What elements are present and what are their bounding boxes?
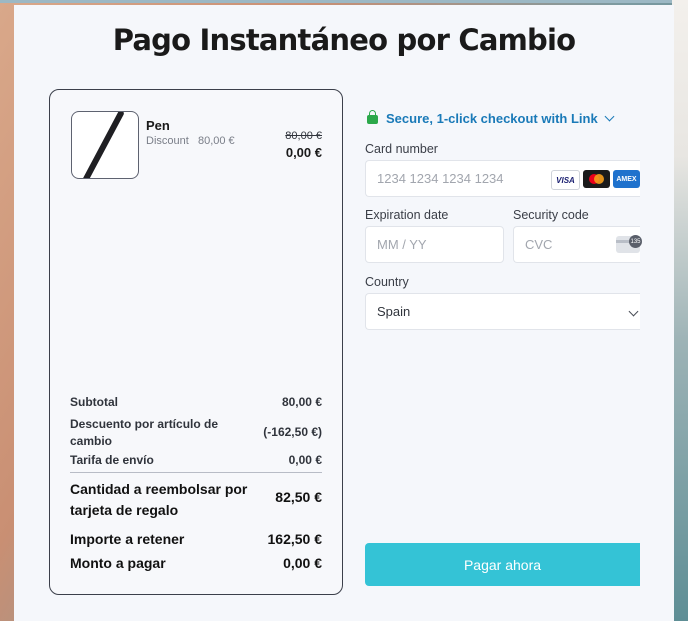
item-discount: Discount 80,00 €	[146, 135, 235, 147]
pen-image	[81, 112, 125, 178]
pay-now-button[interactable]: Pagar ahora	[365, 543, 640, 586]
visa-icon: VISA	[551, 170, 580, 190]
item-name: Pen	[146, 118, 170, 133]
row-label: Monto a pagar	[70, 555, 166, 571]
checkout-panel: Pago Instantáneo por Cambio Pen Discount…	[14, 5, 674, 621]
row-label: Descuento por artículo de cambio	[70, 417, 219, 448]
card-number-label: Card number	[365, 142, 438, 156]
card-brands: VISA AMEX	[551, 170, 640, 190]
mastercard-icon	[583, 170, 610, 188]
expiry-input[interactable]: MM / YY	[365, 226, 504, 263]
item-discount-value: 80,00 €	[197, 135, 235, 147]
cvc-badge: 135	[629, 235, 642, 248]
row-label: Cantidad a reembolsar por tarjeta de reg…	[70, 481, 248, 518]
summary-row-exchange-discount: Descuento por artículo de cambio (-162,5…	[70, 416, 322, 450]
item-price: 0,00 €	[285, 145, 322, 160]
row-label: Importe a retener	[70, 531, 185, 547]
card-number-input[interactable]: 1234 1234 1234 1234 VISA AMEX	[365, 160, 640, 197]
cvc-input[interactable]: CVC 135	[513, 226, 642, 263]
item-original-price: 80,00 €	[285, 130, 322, 142]
row-value: 82,50 €	[275, 489, 322, 505]
card-number-placeholder: 1234 1234 1234 1234	[377, 171, 504, 186]
country-select[interactable]: Spain	[365, 293, 640, 330]
amex-icon: AMEX	[613, 170, 640, 188]
cvc-card-icon: 135	[616, 235, 642, 253]
country-label: Country	[365, 275, 409, 289]
item-discount-label: Discount	[146, 135, 189, 147]
cvc-placeholder: CVC	[525, 237, 553, 252]
summary-row-refund-gift-card: Cantidad a reembolsar por tarjeta de reg…	[70, 479, 322, 519]
browser-top-bar	[0, 0, 688, 3]
order-summary-card: Pen Discount 80,00 € 80,00 € 0,00 € Subt…	[49, 89, 343, 595]
cvc-label: Security code	[513, 208, 589, 222]
product-thumbnail	[71, 111, 139, 179]
chevron-down-icon	[604, 111, 615, 122]
row-value: 0,00 €	[288, 453, 322, 467]
lock-icon	[367, 110, 378, 124]
expiry-placeholder: MM / YY	[377, 237, 427, 252]
row-label: Subtotal	[70, 395, 118, 409]
page-title: Pago Instantáneo por Cambio	[112, 23, 576, 57]
country-value: Spain	[377, 304, 411, 319]
link-checkout-text: Secure, 1-click checkout with Link	[386, 111, 598, 126]
summary-divider	[70, 472, 322, 473]
row-value: (-162,50 €)	[263, 425, 322, 439]
background-image-strip	[672, 0, 688, 621]
link-checkout-toggle[interactable]: Secure, 1-click checkout with Link	[367, 110, 615, 126]
chevron-down-icon	[628, 306, 639, 317]
row-value: 162,50 €	[267, 531, 323, 547]
expiry-label: Expiration date	[365, 208, 449, 222]
row-label: Tarifa de envío	[70, 453, 154, 467]
row-value: 80,00 €	[281, 395, 322, 409]
row-value: 0,00 €	[283, 555, 322, 571]
